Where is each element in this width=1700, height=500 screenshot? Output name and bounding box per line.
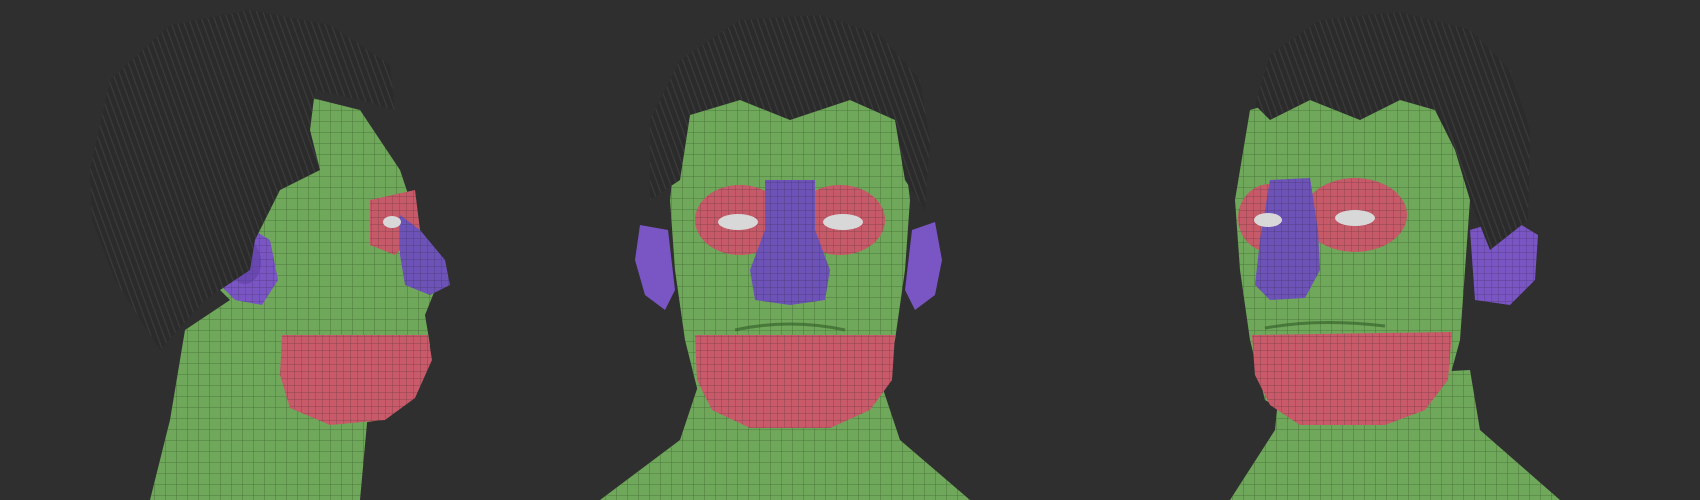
side-eyeball <box>383 216 401 228</box>
front-ear-left <box>635 225 675 310</box>
tq-eyeball-left <box>1254 213 1282 227</box>
polygroup-render <box>90 10 1560 500</box>
front-view <box>600 15 970 500</box>
front-eyeball-right <box>823 214 863 230</box>
sculpt-viewport <box>0 0 1700 500</box>
front-ear-right <box>905 222 942 310</box>
front-eyeball-left <box>718 214 758 230</box>
tq-eyeball-right <box>1335 210 1375 226</box>
side-view <box>90 10 450 500</box>
three-quarter-view <box>1230 12 1560 500</box>
